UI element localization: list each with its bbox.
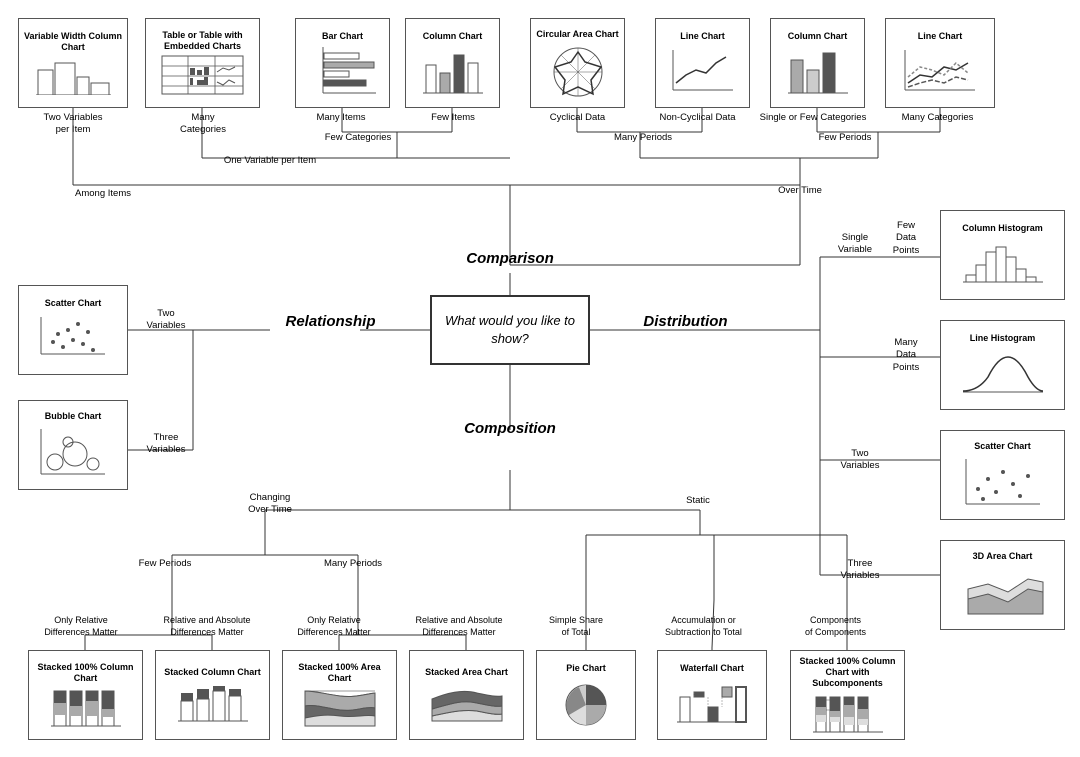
center-box: What would you like to show? (430, 295, 590, 365)
chart-title: Column Chart (788, 31, 848, 42)
label-two-variables-rel: TwoVariables (136, 308, 196, 333)
center-box-text: What would you like to show? (432, 312, 588, 348)
label-few-data-points: FewDataPoints (876, 220, 936, 257)
chart-title: Line Chart (680, 31, 725, 42)
label-few-categories: Few Categories (313, 132, 403, 144)
label-single-few-cat: Single or Few Categories (753, 112, 873, 124)
chart-title: Waterfall Chart (680, 663, 744, 674)
label-three-variables-dist: ThreeVariables (830, 558, 890, 583)
chart-title: Scatter Chart (974, 441, 1031, 452)
label-relative-absolute-2: Relative and AbsoluteDifferences Matter (400, 615, 518, 638)
chart-title: Bar Chart (322, 31, 363, 42)
label-components: Componentsof Components (778, 615, 893, 638)
chart-stacked-100-subcomponents: Stacked 100% Column Chart with Subcompon… (790, 650, 905, 740)
chart-line-many: Line Chart (885, 18, 995, 108)
label-two-var-per-item: Two Variablesper Item (18, 112, 128, 137)
comparison-label: Comparison (430, 250, 590, 267)
label-many-periods: Many Periods (598, 132, 688, 144)
chart-line-histogram: Line Histogram (940, 320, 1065, 410)
chart-title: Line Chart (918, 31, 963, 42)
distribution-label: Distribution (603, 313, 768, 330)
chart-title: Table or Table with Embedded Charts (150, 30, 255, 52)
label-only-relative-2: Only RelativeDifferences Matter (275, 615, 393, 638)
label-two-variables-dist: TwoVariables (830, 448, 890, 473)
label-relative-absolute-1: Relative and AbsoluteDifferences Matter (148, 615, 266, 638)
chart-column-few-cat: Column Chart (770, 18, 865, 108)
chart-3d-area: 3D Area Chart (940, 540, 1065, 630)
relationship-label: Relationship (258, 313, 403, 330)
chart-col-histogram: Column Histogram (940, 210, 1065, 300)
chart-pie: Pie Chart (536, 650, 636, 740)
chart-title: Scatter Chart (45, 298, 102, 309)
chart-title: Stacked Column Chart (164, 667, 261, 678)
label-static: Static (668, 495, 728, 507)
label-few-periods: Few Periods (805, 132, 885, 144)
label-accumulation: Accumulation orSubtraction to Total (646, 615, 761, 638)
label-changing-over-time: ChangingOver Time (230, 492, 310, 517)
label-many-categories2: Many Categories (880, 112, 995, 124)
chart-scatter-right: Scatter Chart (940, 430, 1065, 520)
chart-bubble: Bubble Chart (18, 400, 128, 490)
chart-waterfall: Waterfall Chart (657, 650, 767, 740)
chart-title: Bubble Chart (45, 411, 102, 422)
chart-scatter-left: Scatter Chart (18, 285, 128, 375)
chart-table-embedded: Table or Table with Embedded Charts (145, 18, 260, 108)
chart-title: Pie Chart (566, 663, 606, 674)
chart-column-few: Column Chart (405, 18, 500, 108)
chart-circular-area: Circular Area Chart (530, 18, 625, 108)
chart-title: Stacked 100% Column Chart (33, 662, 138, 684)
label-among-items: Among Items (58, 188, 148, 200)
chart-title: Column Chart (423, 31, 483, 42)
chart-title: Stacked 100% Column Chart with Subcompon… (795, 656, 900, 688)
label-one-var: One Variable per Item (205, 155, 335, 167)
chart-title: 3D Area Chart (973, 551, 1033, 562)
label-cyclical: Cyclical Data (530, 112, 625, 124)
diagram-container: What would you like to show? Comparison … (0, 0, 1080, 757)
label-many-data-points: ManyDataPoints (876, 337, 936, 374)
label-three-variables-rel: ThreeVariables (136, 432, 196, 457)
chart-stacked-area: Stacked Area Chart (409, 650, 524, 740)
label-simple-share: Simple Shareof Total (526, 615, 626, 638)
chart-line-noncyclic: Line Chart (655, 18, 750, 108)
chart-title: Stacked Area Chart (425, 667, 508, 678)
composition-label: Composition (430, 420, 590, 437)
label-few-periods-comp: Few Periods (125, 558, 205, 570)
chart-variable-width-column: Variable Width Column Chart (18, 18, 128, 108)
label-only-relative-1: Only RelativeDifferences Matter (22, 615, 140, 638)
chart-title: Stacked 100% Area Chart (287, 662, 392, 684)
label-many-items: Many Items (296, 112, 386, 124)
chart-title: Line Histogram (970, 333, 1036, 344)
label-many-categories: ManyCategories (148, 112, 258, 137)
label-many-periods-comp: Many Periods (308, 558, 398, 570)
label-non-cyclical: Non-Cyclical Data (645, 112, 750, 124)
label-few-items: Few Items (408, 112, 498, 124)
chart-stacked-100-column: Stacked 100% Column Chart (28, 650, 143, 740)
chart-bar: Bar Chart (295, 18, 390, 108)
chart-stacked-column: Stacked Column Chart (155, 650, 270, 740)
chart-title: Column Histogram (962, 223, 1043, 234)
chart-stacked-100-area: Stacked 100% Area Chart (282, 650, 397, 740)
chart-title: Variable Width Column Chart (23, 31, 123, 53)
label-over-time: Over Time (760, 185, 840, 197)
chart-title: Circular Area Chart (536, 29, 618, 40)
